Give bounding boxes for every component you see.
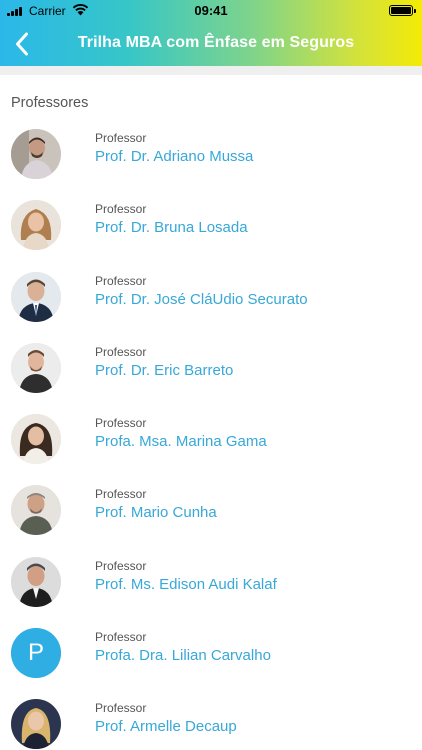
- professor-name[interactable]: Prof. Armelle Decaup: [95, 718, 237, 735]
- status-bar: Carrier 09:41: [0, 0, 422, 22]
- professor-name[interactable]: Prof. Dr. José CláUdio Securato: [95, 291, 308, 308]
- professor-role: Professor: [95, 487, 147, 502]
- avatar: [11, 485, 61, 536]
- professor-row[interactable]: Professor Prof. Dr. José CláUdio Securat…: [0, 268, 422, 339]
- professor-name[interactable]: Prof. Dr. Eric Barreto: [95, 362, 233, 379]
- professor-row[interactable]: Professor Prof. Dr. Adriano Mussa: [0, 125, 422, 196]
- professor-row[interactable]: Professor Prof. Mario Cunha: [0, 481, 422, 552]
- professor-list: Professor Prof. Dr. Adriano Mussa Profes…: [0, 125, 422, 750]
- professor-name[interactable]: Profa. Dra. Lilian Carvalho: [95, 647, 271, 664]
- avatar: [11, 556, 61, 607]
- professor-role: Professor: [95, 344, 147, 359]
- professor-row[interactable]: Professor Prof. Dr. Bruna Losada: [0, 196, 422, 267]
- professor-role: Professor: [95, 701, 147, 716]
- professor-role: Professor: [95, 558, 147, 573]
- avatar: [11, 200, 61, 251]
- professor-role: Professor: [95, 131, 147, 145]
- professor-role: Professor: [95, 202, 147, 217]
- avatar: [11, 414, 61, 465]
- professor-name[interactable]: Prof. Dr. Bruna Losada: [95, 219, 248, 236]
- avatar: [11, 699, 61, 750]
- professor-row[interactable]: Professor Prof. Armelle Decaup: [0, 695, 422, 750]
- status-time: 09:41: [194, 3, 228, 18]
- avatar-initial: P: [11, 628, 61, 679]
- professor-row[interactable]: Professor Prof. Dr. Eric Barreto: [0, 339, 422, 410]
- nav-bar: Carrier 09:41 Trilha MBA com Ênfase em S…: [0, 0, 422, 66]
- avatar: P: [11, 628, 61, 679]
- professor-name[interactable]: Prof. Ms. Edison Audi Kalaf: [95, 576, 277, 593]
- professor-name[interactable]: Profa. Msa. Marina Gama: [95, 433, 267, 450]
- professor-role: Professor: [95, 416, 147, 431]
- professor-name[interactable]: Prof. Mario Cunha: [95, 504, 217, 521]
- header-divider: [0, 66, 422, 75]
- page-title: Trilha MBA com Ênfase em Seguros: [77, 34, 355, 51]
- professor-row[interactable]: Professor Profa. Msa. Marina Gama: [0, 410, 422, 481]
- avatar: [11, 271, 61, 322]
- professor-role: Professor: [95, 273, 147, 288]
- professor-role: Professor: [95, 630, 147, 645]
- section-title: Professores: [11, 95, 89, 111]
- professor-row[interactable]: Professor Prof. Ms. Edison Audi Kalaf: [0, 553, 422, 624]
- professor-name[interactable]: Prof. Dr. Adriano Mussa: [95, 148, 253, 165]
- avatar: [11, 129, 61, 179]
- battery-icon: [389, 5, 416, 16]
- professor-row[interactable]: P Professor Profa. Dra. Lilian Carvalho: [0, 624, 422, 695]
- avatar: [11, 342, 61, 393]
